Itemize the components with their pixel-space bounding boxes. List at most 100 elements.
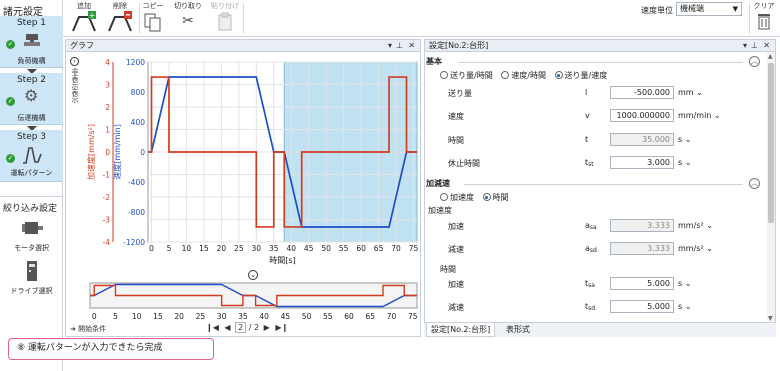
overview-x-tick-label: 70 <box>387 312 397 321</box>
start-condition-link[interactable]: ➜ 開始条件 <box>70 324 106 334</box>
paste-button[interactable]: 貼り付け <box>208 0 242 37</box>
scrollbar[interactable]: ▲ ▼ <box>767 53 775 323</box>
basic-row-input[interactable]: -500.000 <box>610 86 674 99</box>
x-tick-label: 35 <box>269 244 279 253</box>
last-page-icon[interactable]: ▶❙ <box>275 323 288 332</box>
overview-x-tick-label: 10 <box>132 312 142 321</box>
basic-mode-group: 送り量/時間 速度/時間 送り量/速度 <box>440 70 607 81</box>
y-right-tick-label: 0 <box>140 148 145 157</box>
accel-row-unit[interactable]: mm/s² ⌄ <box>678 244 713 253</box>
basic-row-symbol: l <box>585 88 588 97</box>
x-tick-label: 45 <box>304 244 314 253</box>
overview-x-tick-label: 60 <box>344 312 354 321</box>
graph-panel-header: グラフ ▾ ⊥ ✕ <box>65 39 421 52</box>
basic-row-label: 時間 <box>448 136 464 145</box>
accel-mode-group: 加速度 時間 <box>440 192 509 203</box>
add-button[interactable]: 追加 + <box>67 0 101 37</box>
step-1[interactable]: Step 1 ✓ 負荷機構 <box>0 16 63 68</box>
step-1-sub: 負荷機構 <box>17 57 46 65</box>
copy-icon <box>144 13 161 32</box>
overview-x-tick-label: 65 <box>366 312 376 321</box>
remove-button[interactable]: 削除 <box>103 0 137 37</box>
step-2[interactable]: Step 2 ✓ ⚙ 伝達機構 <box>0 73 63 125</box>
accel-radio-0[interactable]: 加速度 <box>440 193 474 202</box>
pin-icon[interactable]: ⊥ <box>751 40 758 52</box>
basic-row-input[interactable]: 1000.000000 <box>610 109 674 122</box>
settings-panel-title: 設定[No.2:台形] <box>429 41 489 50</box>
settings-tabbar: 設定[No.2:台形] 表形式 <box>424 322 776 337</box>
paste-icon <box>218 12 232 31</box>
tab-table[interactable]: 表形式 <box>502 323 534 337</box>
y-left-tick-label: -1 <box>103 171 111 180</box>
overview-x-tick-label: 55 <box>323 312 333 321</box>
svg-text:+: + <box>89 11 96 20</box>
accel-radio-1[interactable]: 時間 <box>482 193 509 202</box>
y-left-axis-label: 加速度[mm/s²] <box>86 124 96 180</box>
pager: ❙◀ ◀ 2 / 2 ▶ ▶❙ <box>206 322 288 333</box>
collapse-icon[interactable]: ︿ <box>749 56 760 67</box>
side-toggle-label[interactable]: 非表示表示 <box>70 68 80 103</box>
pin-icon[interactable]: ⊥ <box>396 40 403 52</box>
clear-button[interactable]: クリア <box>751 0 777 37</box>
motor-select-button[interactable]: モータ選択 <box>0 215 63 255</box>
basic-row-unit[interactable]: s ⌄ <box>678 158 691 167</box>
dropdown-arrow-icon[interactable]: ▾ <box>388 40 392 52</box>
overview-x-tick-label: 5 <box>113 312 118 321</box>
accel-row-unit[interactable]: s ⌄ <box>678 302 691 311</box>
cut-button[interactable]: 切り取り ✂ <box>171 0 205 37</box>
accel-section-title: 加減速 <box>426 179 450 188</box>
x-tick-label: 10 <box>182 244 192 253</box>
gears-icon: ⚙ <box>24 86 39 105</box>
close-icon[interactable]: ✕ <box>408 40 415 52</box>
completion-callout: ⑧ 運転パターンが入力できたら完成 <box>8 338 214 360</box>
accel-row-input[interactable]: 5.000 <box>610 277 674 290</box>
collapse-circle-icon[interactable]: ⌄ <box>248 270 258 280</box>
mode-radio-0[interactable]: 送り量/時間 <box>440 71 493 80</box>
page-number-input[interactable]: 2 <box>235 322 247 333</box>
y-left-tick-label: -2 <box>103 193 111 202</box>
x-tick-label: 70 <box>391 244 401 253</box>
next-page-icon[interactable]: ▶ <box>264 323 270 332</box>
scroll-up-icon[interactable]: ▲ <box>768 53 773 60</box>
basic-row-input[interactable]: 3.000 <box>610 156 674 169</box>
dropdown-arrow-icon[interactable]: ▾ <box>743 40 747 52</box>
tab-settings[interactable]: 設定[No.2:台形] <box>426 323 496 337</box>
left-nav: 諸元設定 Step 1 ✓ 負荷機構 Step 2 ✓ ⚙ 伝達機構 Step … <box>0 0 63 371</box>
accel-subheader-1: 加速度 <box>428 206 452 215</box>
basic-row-symbol: t <box>585 135 589 144</box>
mode-radio-2[interactable]: 送り量/速度 <box>554 71 607 80</box>
load-mechanism-icon <box>24 34 40 46</box>
basic-row-unit[interactable]: s ⌄ <box>678 135 691 144</box>
x-axis-label: 時間[s] <box>269 256 295 265</box>
remove-label: 削除 <box>113 2 127 10</box>
copy-button[interactable]: コピー <box>140 0 166 37</box>
x-tick-label: 60 <box>356 244 366 253</box>
overview-x-tick-label: 45 <box>281 312 291 321</box>
mode-radio-1[interactable]: 速度/時間 <box>501 71 546 80</box>
x-tick-label: 15 <box>199 244 209 253</box>
first-page-icon[interactable]: ❙◀ <box>206 323 219 332</box>
x-tick-label: 50 <box>321 244 331 253</box>
step-3[interactable]: Step 3 ✓ 運転パターン <box>0 130 63 182</box>
accel-row-unit[interactable]: s ⌄ <box>678 279 691 288</box>
collapse-icon[interactable]: ︿ <box>749 178 760 189</box>
scrollbar-thumb[interactable] <box>768 63 774 223</box>
drive-select-button[interactable]: ドライブ選択 <box>0 258 63 298</box>
y-right-tick-label: 400 <box>131 118 146 127</box>
remove-trapezoid-icon <box>108 11 132 32</box>
speed-unit-select[interactable]: 機械端 ▼ <box>676 2 742 16</box>
basic-row-unit[interactable]: mm/min ⌄ <box>678 111 721 120</box>
close-icon[interactable]: ✕ <box>763 40 770 52</box>
scroll-down-icon[interactable]: ▼ <box>768 315 773 322</box>
step-3-sub: 運転パターン <box>10 169 53 177</box>
y-right-tick-label: 1200 <box>126 58 145 67</box>
add-trapezoid-icon: + <box>72 11 96 32</box>
overview-x-tick-label: 35 <box>238 312 248 321</box>
accel-row-input[interactable]: 5.000 <box>610 300 674 313</box>
y-left-tick-label: 1 <box>105 126 110 135</box>
basic-row-label: 速度 <box>448 112 464 121</box>
expand-circle-icon[interactable]: › <box>70 57 79 66</box>
basic-row-unit[interactable]: mm ⌄ <box>678 88 703 97</box>
prev-page-icon[interactable]: ◀ <box>224 323 230 332</box>
accel-row-unit[interactable]: mm/s² ⌄ <box>678 221 713 230</box>
